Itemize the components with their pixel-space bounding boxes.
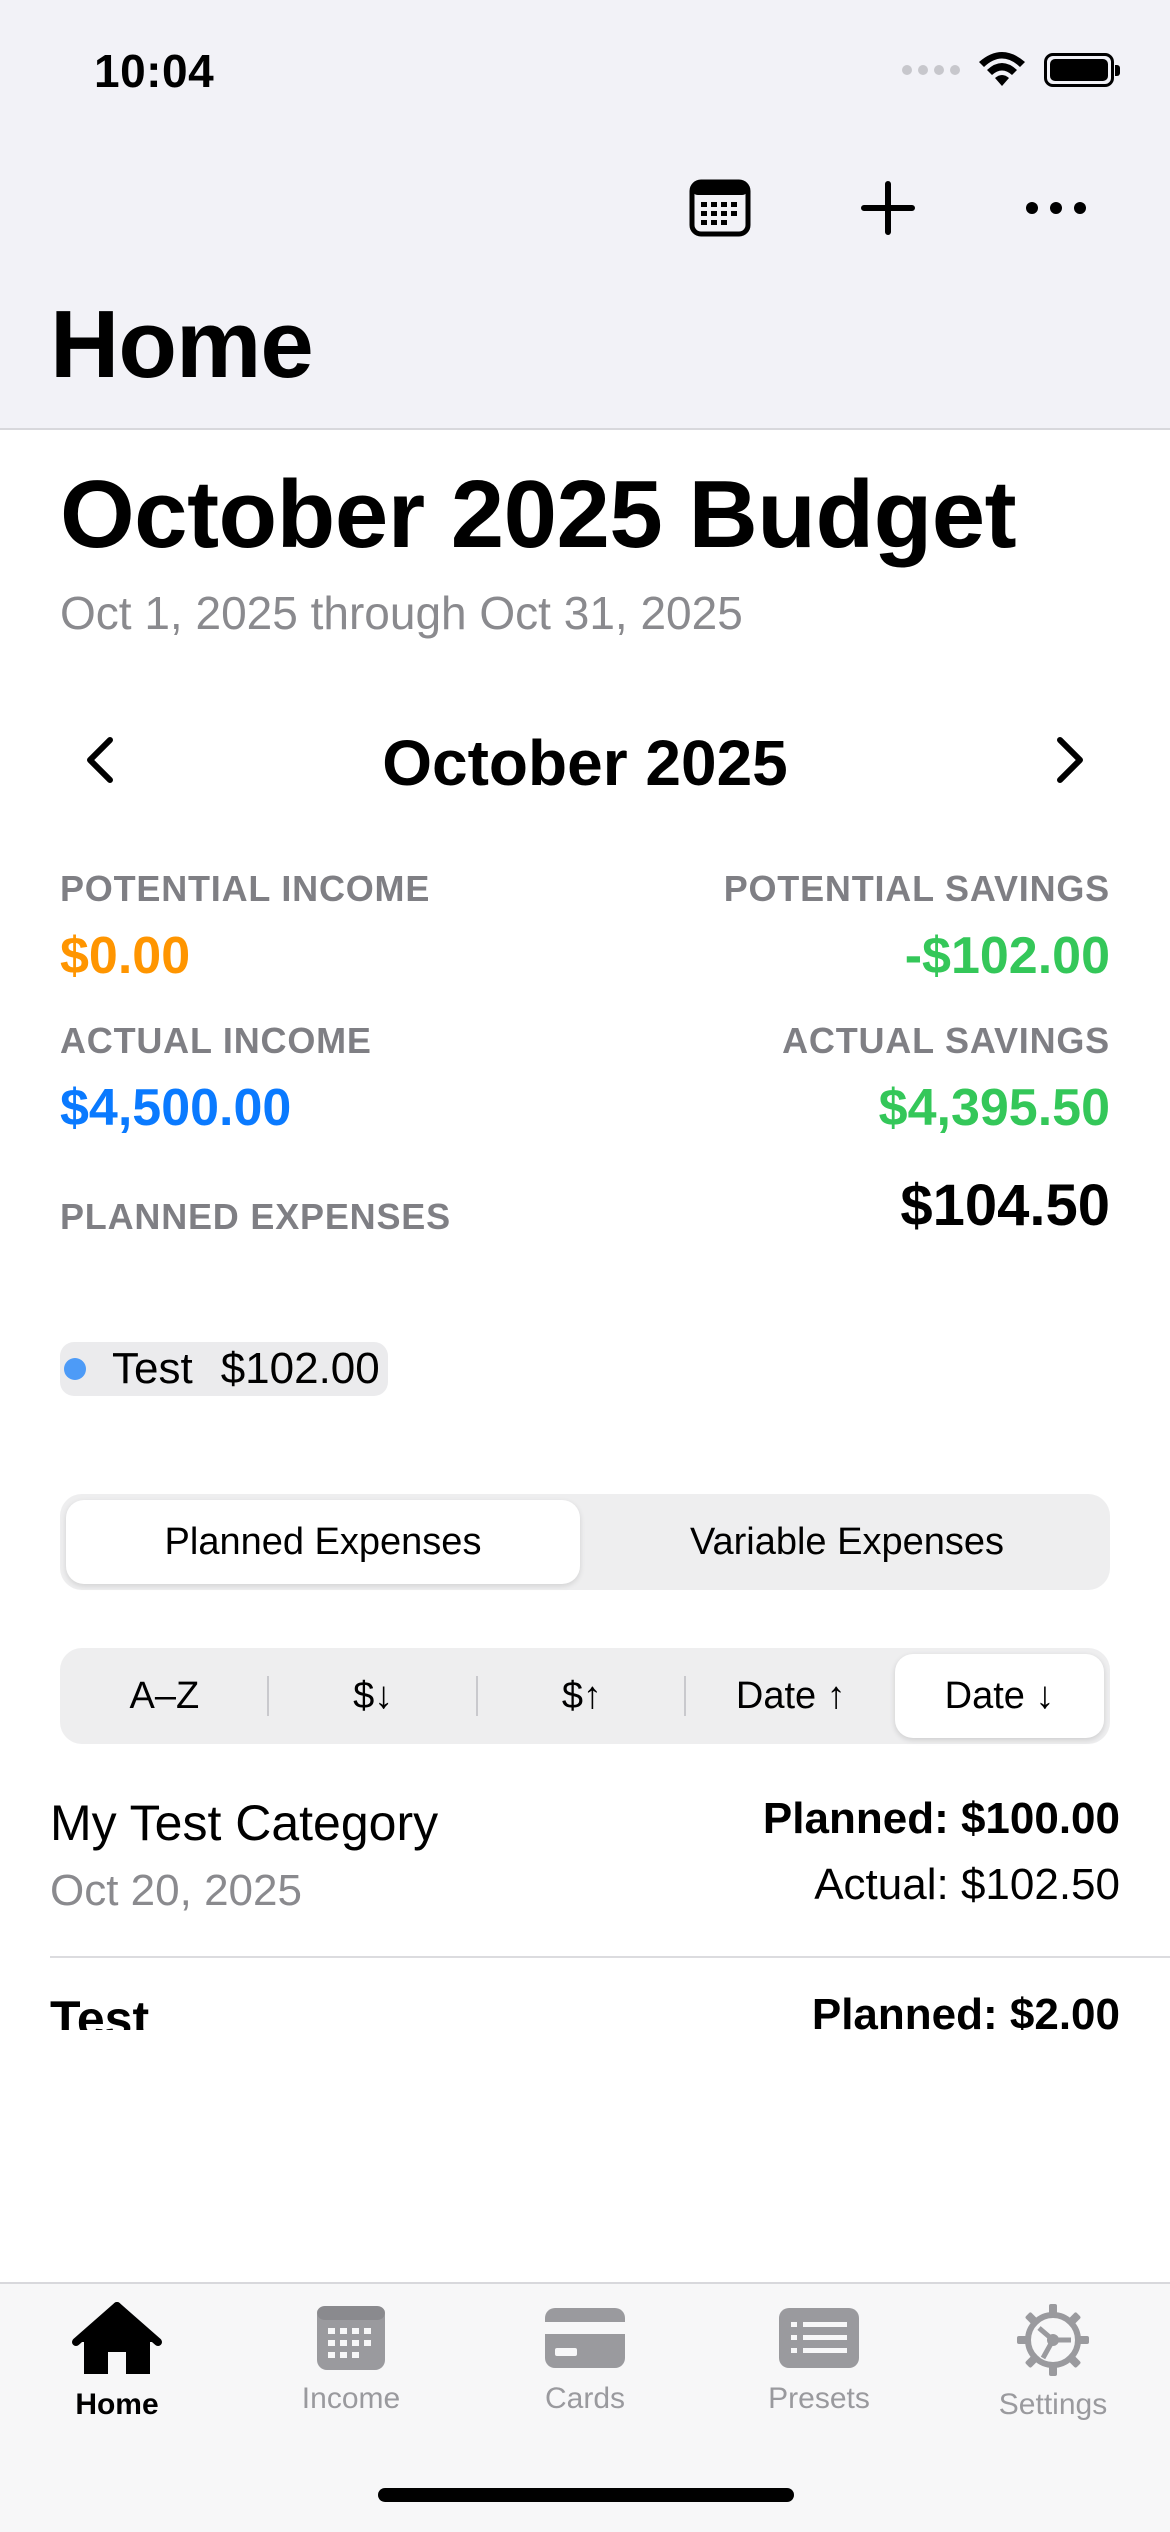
category-color-dot xyxy=(64,1358,86,1380)
expense-planned: Planned: $2.00 xyxy=(811,1990,1120,2030)
budget-title: October 2025 Budget xyxy=(60,461,1017,568)
tab-label: Settings xyxy=(998,2388,1108,2421)
month-navigator: October 2025 xyxy=(60,720,1110,800)
tab-label: Presets xyxy=(768,2382,870,2415)
next-month-button[interactable] xyxy=(1050,730,1090,795)
expense-actual: Actual: $102.50 xyxy=(814,1860,1120,1909)
calendar-button[interactable] xyxy=(636,172,804,244)
expense-title: My Test Category xyxy=(50,1795,439,1851)
expense-planned: Planned: $100.00 xyxy=(762,1794,1120,1843)
sort-date-desc[interactable]: Date ↓ xyxy=(895,1654,1104,1738)
potential-income-label: POTENTIAL INCOME xyxy=(60,868,431,909)
status-icons xyxy=(902,52,1120,88)
ellipsis-icon xyxy=(1026,202,1086,214)
toolbar xyxy=(636,172,1140,244)
potential-savings-value: -$102.00 xyxy=(904,927,1110,985)
potential-savings-label: POTENTIAL SAVINGS xyxy=(723,868,1110,909)
expense-row[interactable]: Test Planned: $2.00 xyxy=(50,1990,1120,2030)
tab-label: Home xyxy=(75,2388,159,2421)
battery-icon xyxy=(1044,53,1120,87)
house-icon xyxy=(72,2302,162,2374)
expense-title: Test xyxy=(50,1991,150,2030)
budget-date-range: Oct 1, 2025 through Oct 31, 2025 xyxy=(60,587,743,639)
tab-income[interactable]: Income xyxy=(234,2302,468,2432)
gear-icon xyxy=(1017,2304,1089,2376)
credit-card-icon xyxy=(545,2308,625,2368)
actual-income-value: $4,500.00 xyxy=(60,1079,292,1137)
tab-label: Income xyxy=(301,2382,401,2415)
add-button[interactable] xyxy=(804,172,972,244)
signal-icon xyxy=(902,65,960,75)
tab-cards[interactable]: Cards xyxy=(468,2302,702,2432)
sort-amount-desc[interactable]: $↓ xyxy=(269,1654,478,1738)
category-chip-name: Test xyxy=(112,1344,193,1393)
category-chip[interactable]: Test $102.00 xyxy=(60,1342,388,1396)
calendar-icon xyxy=(317,2306,385,2370)
actual-savings-label: ACTUAL SAVINGS xyxy=(782,1020,1110,1061)
sort-control: A–Z $↓ $↑ Date ↑ Date ↓ xyxy=(60,1648,1110,1744)
tab-presets[interactable]: Presets xyxy=(702,2302,936,2432)
actual-income-label: ACTUAL INCOME xyxy=(60,1020,372,1061)
planned-expenses-value: $104.50 xyxy=(900,1173,1110,1238)
row-divider xyxy=(50,1956,1170,1958)
category-chip-amount: $102.00 xyxy=(220,1344,380,1393)
list-clip: Test Planned: $2.00 xyxy=(0,1960,1170,2030)
sort-amount-asc[interactable]: $↑ xyxy=(478,1654,687,1738)
chevron-right-icon xyxy=(1057,737,1083,783)
home-indicator xyxy=(378,2488,794,2502)
segment-planned-expenses[interactable]: Planned Expenses xyxy=(66,1500,580,1584)
planned-expenses-label: PLANNED EXPENSES xyxy=(60,1196,451,1237)
expense-date: Oct 20, 2025 xyxy=(50,1866,302,1915)
actual-savings-value: $4,395.50 xyxy=(878,1079,1110,1137)
navigation-header: 10:04 Home xyxy=(0,0,1170,430)
segment-variable-expenses[interactable]: Variable Expenses xyxy=(590,1500,1104,1584)
sort-a-z[interactable]: A–Z xyxy=(60,1654,269,1738)
sort-date-asc[interactable]: Date ↑ xyxy=(686,1654,895,1738)
expense-type-segmented-control: Planned Expenses Variable Expenses xyxy=(60,1494,1110,1590)
month-label: October 2025 xyxy=(382,727,788,799)
page-title: Home xyxy=(50,291,314,398)
wifi-icon xyxy=(979,52,1025,86)
tab-label: Cards xyxy=(544,2382,626,2415)
tab-settings[interactable]: Settings xyxy=(936,2302,1170,2432)
plus-icon xyxy=(861,181,915,235)
expense-row[interactable]: My Test Category Oct 20, 2025 Planned: $… xyxy=(50,1794,1120,1954)
status-time: 10:04 xyxy=(94,45,215,97)
list-icon xyxy=(779,2308,859,2368)
potential-income-value: $0.00 xyxy=(60,927,191,985)
calendar-icon xyxy=(689,179,751,237)
tab-home[interactable]: Home xyxy=(0,2302,234,2432)
more-button[interactable] xyxy=(972,172,1140,244)
